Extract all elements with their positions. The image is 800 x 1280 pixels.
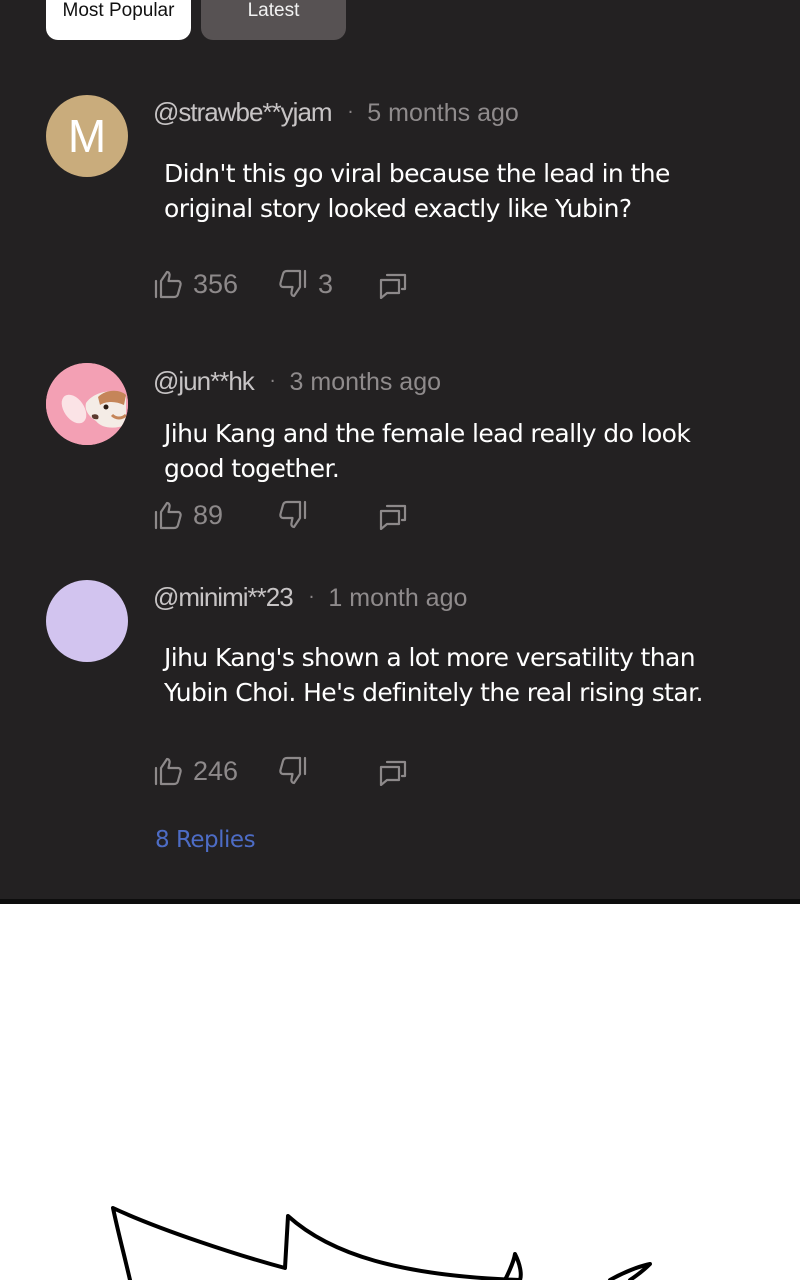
comment-meta: @jun**hk · 3 months ago — [153, 366, 441, 400]
comments-panel: Most Popular Latest M @strawbe**yjam · 5 m… — [0, 0, 800, 900]
reply-icon — [379, 273, 407, 299]
reply-icon — [379, 760, 407, 786]
comment-timestamp: 3 months ago — [289, 368, 442, 396]
avatar[interactable] — [46, 580, 128, 662]
reply-button[interactable] — [378, 497, 408, 533]
separator-dot: · — [308, 587, 315, 608]
dog-photo-icon — [46, 363, 128, 445]
reply-button[interactable] — [378, 266, 408, 302]
comment-timestamp: 1 month ago — [328, 584, 468, 612]
dislike-count: 3 — [318, 268, 334, 299]
comment-username[interactable]: @strawbe**yjam — [153, 97, 333, 127]
reply-button[interactable] — [378, 753, 408, 789]
like-button[interactable]: 356 — [153, 266, 238, 302]
like-count: 246 — [193, 755, 239, 786]
tab-label: Most Popular — [62, 0, 175, 21]
tab-most-popular[interactable]: Most Popular — [46, 0, 191, 40]
comment-timestamp: 5 months ago — [367, 99, 519, 127]
comment-text: Jihu Kang's shown a lot more versatility… — [164, 643, 703, 707]
dislike-button[interactable] — [278, 497, 318, 533]
thumbs-down-icon — [279, 756, 307, 785]
tab-latest[interactable]: Latest — [201, 0, 346, 40]
comment-text: Didn't this go viral because the lead in… — [164, 159, 670, 223]
like-count: 356 — [193, 268, 239, 299]
comment-username[interactable]: @jun**hk — [153, 366, 255, 396]
thumbs-up-icon — [154, 501, 182, 530]
comment-meta: @minimi**23 · 1 month ago — [153, 582, 467, 616]
dislike-button[interactable] — [278, 753, 318, 789]
thumbs-up-icon — [154, 757, 182, 786]
separator-dot: · — [347, 102, 354, 123]
like-button[interactable]: 89 — [153, 497, 223, 533]
reply-icon — [379, 504, 407, 530]
comment-text: Jihu Kang and the female lead really do … — [164, 419, 691, 483]
avatar-letter: M — [67, 110, 107, 162]
like-count: 89 — [193, 499, 224, 530]
thumbs-down-icon — [279, 269, 307, 298]
view-replies-link[interactable]: 8 Replies — [155, 827, 256, 853]
like-button[interactable]: 246 — [153, 753, 238, 789]
dislike-button[interactable]: 3 — [278, 266, 333, 302]
avatar[interactable] — [46, 363, 128, 445]
tab-label: Latest — [247, 0, 300, 21]
comment-meta: @strawbe**yjam · 5 months ago — [153, 97, 519, 131]
avatar[interactable]: M — [46, 95, 128, 177]
thumbs-up-icon — [154, 270, 182, 299]
speech-bubble-outline — [111, 1206, 652, 1280]
thumbs-down-icon — [279, 500, 307, 529]
comment-username[interactable]: @minimi**23 — [153, 582, 294, 612]
separator-dot: · — [269, 371, 276, 392]
